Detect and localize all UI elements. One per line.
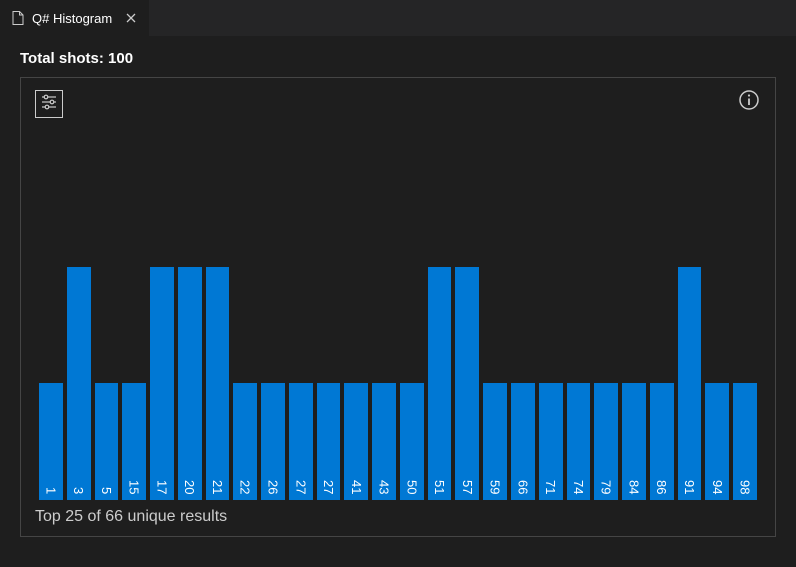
bar[interactable]: 86 <box>650 383 674 500</box>
bar[interactable]: 5 <box>95 383 119 500</box>
total-shots-label: Total shots: 100 <box>20 50 776 67</box>
bar-label: 22 <box>238 480 253 500</box>
tab-qsharp-histogram[interactable]: Q# Histogram <box>0 0 149 36</box>
bar[interactable]: 59 <box>483 383 507 500</box>
bar-label: 43 <box>377 480 392 500</box>
bar-label: 79 <box>599 480 614 500</box>
bar-label: 66 <box>515 480 530 500</box>
bar[interactable]: 57 <box>455 267 479 500</box>
histogram-panel: 135 15 17 20 21 22 26 27 27 41 43 50 51 57 59 66 71 74 79 8… <box>20 77 776 537</box>
bar-label: 51 <box>432 480 447 500</box>
bar-label: 15 <box>127 480 142 500</box>
bar[interactable]: 98 <box>733 383 757 500</box>
bar[interactable]: 27 <box>289 383 313 500</box>
file-icon <box>10 10 26 26</box>
content-area: Total shots: 100 <box>0 36 796 557</box>
bar[interactable]: 50 <box>400 383 424 500</box>
bar-label: 1 <box>43 487 58 500</box>
histogram-caption: Top 25 of 66 unique results <box>35 508 761 526</box>
bar[interactable]: 22 <box>233 383 257 500</box>
bar[interactable]: 43 <box>372 383 396 500</box>
bar[interactable]: 15 <box>122 383 146 500</box>
bar-label: 21 <box>210 480 225 500</box>
bar[interactable]: 41 <box>344 383 368 500</box>
bar-label: 74 <box>571 480 586 500</box>
close-icon[interactable] <box>124 11 138 25</box>
bar-label: 84 <box>626 480 641 500</box>
bars-area: 135 15 17 20 21 22 26 27 27 41 43 50 51 57 59 66 71 74 79 8… <box>35 120 761 500</box>
bar[interactable]: 3 <box>67 267 91 500</box>
bar[interactable]: 17 <box>150 267 174 500</box>
bar[interactable]: 1 <box>39 383 63 500</box>
bar-label: 5 <box>99 487 114 500</box>
bar[interactable]: 20 <box>178 267 202 500</box>
bar[interactable]: 79 <box>594 383 618 500</box>
settings-button[interactable] <box>35 90 63 118</box>
bar[interactable]: 26 <box>261 383 285 500</box>
bar-label: 41 <box>349 480 364 500</box>
bar-label: 57 <box>460 480 475 500</box>
tab-bar: Q# Histogram <box>0 0 796 36</box>
bar-label: 59 <box>488 480 503 500</box>
bar-label: 27 <box>293 480 308 500</box>
bar[interactable]: 51 <box>428 267 452 500</box>
bar-label: 3 <box>71 487 86 500</box>
bar-label: 71 <box>543 480 558 500</box>
bar-label: 50 <box>404 480 419 500</box>
bar[interactable]: 21 <box>206 267 230 500</box>
bar-label: 94 <box>710 480 725 500</box>
bar[interactable]: 66 <box>511 383 535 500</box>
sliders-icon <box>40 93 58 116</box>
bar-label: 20 <box>182 480 197 500</box>
bar-label: 91 <box>682 480 697 500</box>
bar[interactable]: 91 <box>678 267 702 500</box>
bar-label: 86 <box>654 480 669 500</box>
bar[interactable]: 71 <box>539 383 563 500</box>
bar-label: 27 <box>321 480 336 500</box>
bar-label: 98 <box>738 480 753 500</box>
bar[interactable]: 27 <box>317 383 341 500</box>
info-icon <box>738 89 760 116</box>
bar[interactable]: 74 <box>567 383 591 500</box>
bar-label: 17 <box>154 480 169 500</box>
bar-label: 26 <box>266 480 281 500</box>
info-button[interactable] <box>737 90 761 114</box>
bar[interactable]: 84 <box>622 383 646 500</box>
tab-title: Q# Histogram <box>32 11 112 26</box>
bar[interactable]: 94 <box>705 383 729 500</box>
controls-row <box>35 90 761 120</box>
